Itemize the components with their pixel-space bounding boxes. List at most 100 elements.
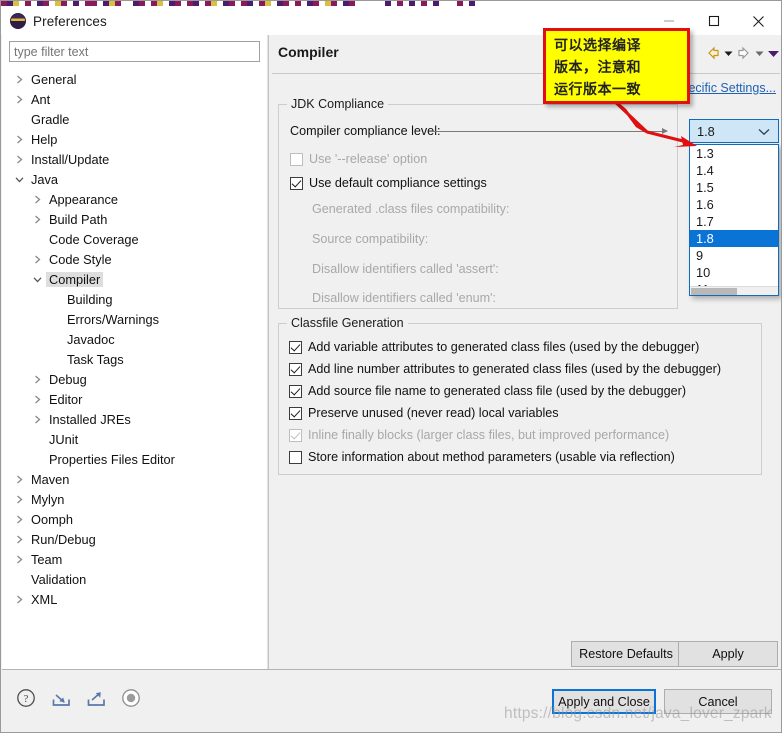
- sidebar-item-junit[interactable]: JUnit: [2, 429, 268, 449]
- classfile-option-checkbox-0[interactable]: [289, 340, 302, 354]
- sidebar-item-label: Javadoc: [67, 331, 115, 347]
- navigation-pane: General Ant Gradle Help Install/Update Java Ap…: [2, 35, 268, 669]
- sidebar-item-code-style[interactable]: Code Style: [2, 249, 268, 269]
- annotation-arrow-icon: [609, 96, 697, 147]
- dropdown-option-1-5[interactable]: 1.5: [690, 179, 778, 196]
- sidebar-item-general[interactable]: General: [2, 69, 268, 89]
- page-nav-toolbar: [705, 43, 780, 63]
- maximize-icon[interactable]: [691, 7, 736, 35]
- chevron-right-icon[interactable]: [11, 595, 28, 604]
- sidebar-item-label: Help: [31, 131, 58, 147]
- classfile-option-label-1: Add line number attributes to generated …: [308, 362, 722, 376]
- sidebar-item-installed-jres[interactable]: Installed JREs: [2, 409, 268, 429]
- record-icon[interactable]: [120, 687, 142, 709]
- sidebar-item-ant[interactable]: Ant: [2, 89, 268, 109]
- sidebar-item-code-coverage[interactable]: Code Coverage: [2, 229, 268, 249]
- chevron-right-icon[interactable]: [29, 375, 46, 384]
- classfile-option-row-2[interactable]: Add source file name to generated class …: [289, 384, 686, 398]
- sidebar-item-properties-files-editor[interactable]: Properties Files Editor: [2, 449, 268, 469]
- disallow-enum-label: Disallow identifiers called 'enum':: [312, 291, 496, 305]
- sidebar-item-team[interactable]: Team: [2, 549, 268, 569]
- classfile-option-label-0: Add variable attributes to generated cla…: [308, 340, 700, 354]
- apply-button[interactable]: Apply: [678, 641, 778, 667]
- classfile-option-checkbox-1[interactable]: [289, 362, 302, 376]
- sidebar-item-gradle[interactable]: Gradle: [2, 109, 268, 129]
- classfile-option-checkbox-2[interactable]: [289, 384, 302, 398]
- classfile-option-label-4: Inline finally blocks (larger class file…: [308, 428, 670, 442]
- close-icon[interactable]: [736, 7, 781, 35]
- filter-input[interactable]: [9, 41, 260, 62]
- chevron-right-icon[interactable]: [11, 515, 28, 524]
- dropdown-option-10[interactable]: 10: [690, 264, 778, 281]
- dropdown-horizontal-scrollbar[interactable]: [690, 286, 778, 295]
- classfile-option-row-3[interactable]: Preserve unused (never read) local varia…: [289, 406, 559, 420]
- classfile-option-row-1[interactable]: Add line number attributes to generated …: [289, 362, 721, 376]
- sidebar-item-install-update[interactable]: Install/Update: [2, 149, 268, 169]
- sidebar-item-label: Code Coverage: [49, 231, 139, 247]
- chevron-right-icon[interactable]: [29, 195, 46, 204]
- sidebar-item-appearance[interactable]: Appearance: [2, 189, 268, 209]
- chevron-down-icon[interactable]: [11, 175, 28, 184]
- export-icon[interactable]: [85, 687, 107, 709]
- back-arrow-icon[interactable]: [705, 43, 721, 63]
- sidebar-item-editor[interactable]: Editor: [2, 389, 268, 409]
- chevron-right-icon[interactable]: [11, 555, 28, 564]
- chevron-right-icon[interactable]: [29, 215, 46, 224]
- sidebar-item-label: Gradle: [31, 111, 70, 127]
- compliance-level-dropdown-list[interactable]: 1.31.41.51.61.71.891011: [689, 144, 779, 296]
- dropdown-option-1-6[interactable]: 1.6: [690, 196, 778, 213]
- chevron-right-icon[interactable]: [11, 495, 28, 504]
- sidebar-item-errors-warnings[interactable]: Errors/Warnings: [2, 309, 268, 329]
- chevron-right-icon[interactable]: [11, 475, 28, 484]
- use-default-compliance-row[interactable]: Use default compliance settings: [290, 176, 487, 190]
- chevron-right-icon[interactable]: [11, 155, 28, 164]
- help-icon[interactable]: ?: [15, 687, 37, 709]
- watermark-text: https://blog.csdn.net/java_lover_zpark: [504, 705, 772, 722]
- sidebar-item-compiler[interactable]: Compiler: [2, 269, 268, 289]
- dropdown-option-1-7[interactable]: 1.7: [690, 213, 778, 230]
- page-title: Compiler: [278, 44, 339, 60]
- classfile-option-row-0[interactable]: Add variable attributes to generated cla…: [289, 340, 699, 354]
- sidebar-item-help[interactable]: Help: [2, 129, 268, 149]
- chevron-right-icon[interactable]: [29, 395, 46, 404]
- chevron-right-icon[interactable]: [29, 415, 46, 424]
- chevron-right-icon[interactable]: [11, 135, 28, 144]
- sidebar-item-debug[interactable]: Debug: [2, 369, 268, 389]
- import-icon[interactable]: [50, 687, 72, 709]
- classfile-option-label-2: Add source file name to generated class …: [308, 384, 687, 398]
- preferences-dialog: Preferences General Ant Gradle Help Install/…: [0, 0, 782, 733]
- classfile-option-row-5[interactable]: Store information about method parameter…: [289, 450, 675, 464]
- use-release-option-row[interactable]: Use '--release' option: [290, 152, 427, 166]
- sidebar-item-maven[interactable]: Maven: [2, 469, 268, 489]
- back-dropdown-icon[interactable]: [723, 43, 734, 63]
- use-default-compliance-checkbox[interactable]: [290, 176, 303, 190]
- forward-dropdown-icon[interactable]: [754, 43, 765, 63]
- chevron-down-icon[interactable]: [29, 275, 46, 284]
- dropdown-option-1-4[interactable]: 1.4: [690, 162, 778, 179]
- sidebar-item-mylyn[interactable]: Mylyn: [2, 489, 268, 509]
- sidebar-item-build-path[interactable]: Build Path: [2, 209, 268, 229]
- classfile-option-checkbox-3[interactable]: [289, 406, 302, 420]
- sidebar-item-run-debug[interactable]: Run/Debug: [2, 529, 268, 549]
- chevron-right-icon[interactable]: [11, 95, 28, 104]
- dropdown-scroll-thumb[interactable]: [691, 288, 737, 295]
- dropdown-option-1-8[interactable]: 1.8: [690, 230, 778, 247]
- sidebar-item-building[interactable]: Building: [2, 289, 268, 309]
- chevron-right-icon[interactable]: [11, 75, 28, 84]
- restore-defaults-button[interactable]: Restore Defaults: [571, 641, 681, 667]
- dropdown-option-9[interactable]: 9: [690, 247, 778, 264]
- sidebar-item-java[interactable]: Java: [2, 169, 268, 189]
- use-release-option-checkbox[interactable]: [290, 152, 303, 166]
- forward-arrow-icon[interactable]: [736, 43, 752, 63]
- classfile-option-checkbox-5[interactable]: [289, 450, 302, 464]
- sidebar-item-javadoc[interactable]: Javadoc: [2, 329, 268, 349]
- pane-splitter[interactable]: [267, 35, 269, 669]
- chevron-right-icon[interactable]: [29, 255, 46, 264]
- chevron-right-icon[interactable]: [11, 535, 28, 544]
- sidebar-item-validation[interactable]: Validation: [2, 569, 268, 589]
- sidebar-item-task-tags[interactable]: Task Tags: [2, 349, 268, 369]
- sidebar-item-xml[interactable]: XML: [2, 589, 268, 609]
- sidebar-item-oomph[interactable]: Oomph: [2, 509, 268, 529]
- preferences-tree[interactable]: General Ant Gradle Help Install/Update Java Ap…: [2, 69, 268, 667]
- view-menu-icon[interactable]: [767, 43, 780, 63]
